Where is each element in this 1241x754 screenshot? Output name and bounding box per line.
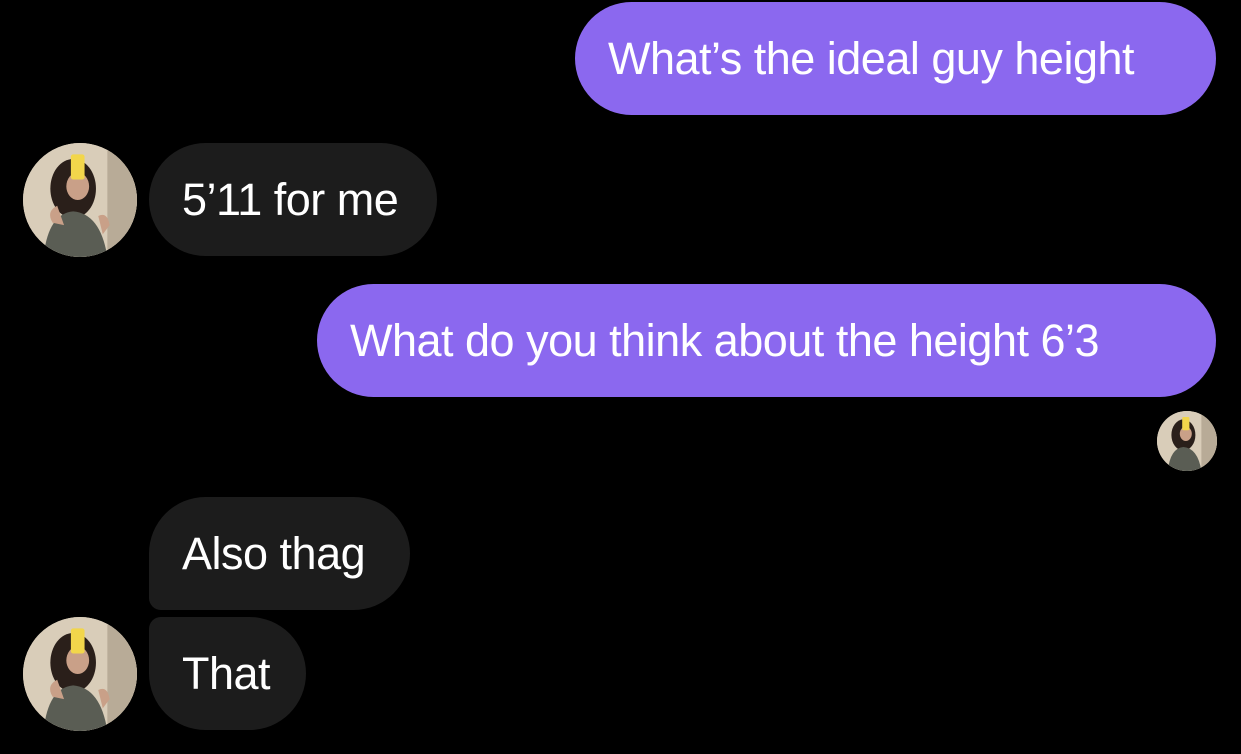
message-text: That (182, 647, 271, 699)
received-message-bubble[interactable]: Also thag (149, 497, 410, 610)
message-text: 5’11 for me (182, 173, 399, 225)
message-text: Also thag (182, 527, 366, 579)
read-receipt-avatar-icon (1157, 411, 1217, 471)
sent-message-bubble[interactable]: What’s the ideal guy height (575, 2, 1216, 115)
contact-avatar[interactable] (23, 143, 137, 257)
contact-avatar[interactable] (23, 617, 137, 731)
message-text: What do you think about the height 6’3 (350, 314, 1100, 366)
message-text: What’s the ideal guy height (608, 32, 1135, 84)
sent-message-bubble[interactable]: What do you think about the height 6’3 (317, 284, 1216, 397)
received-message-bubble[interactable]: 5’11 for me (149, 143, 437, 256)
received-message-bubble[interactable]: That (149, 617, 306, 730)
